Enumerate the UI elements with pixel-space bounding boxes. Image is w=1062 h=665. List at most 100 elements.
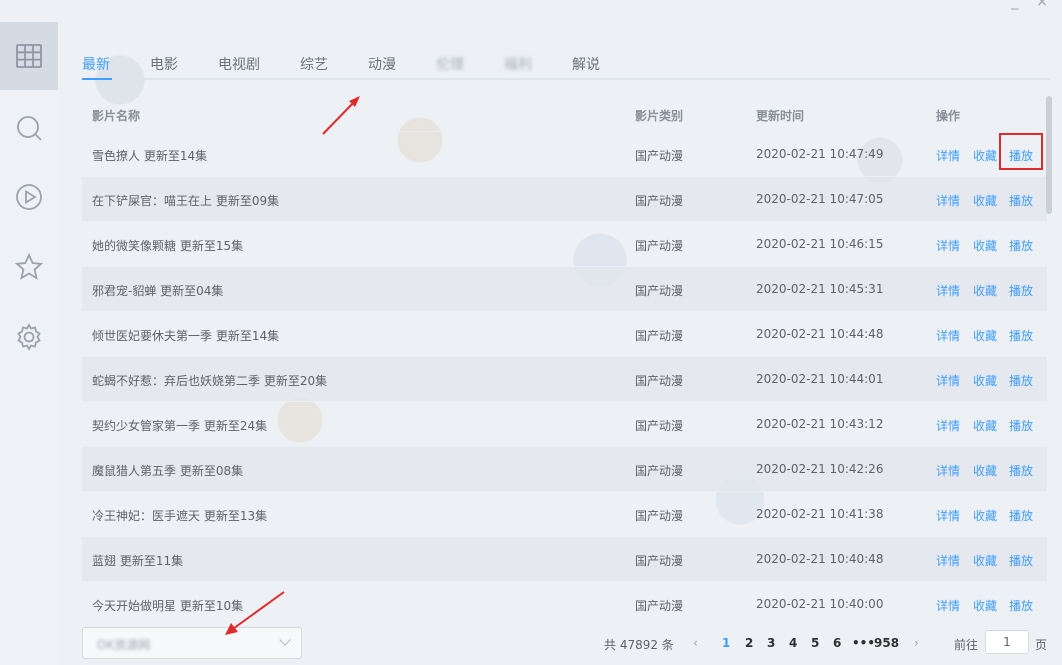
- table-body: 雪色撩人 更新至14集 国产动漫 2020-02-21 10:47:49 详情 收藏 播放…: [82, 132, 1047, 627]
- play-button[interactable]: 播放: [1009, 597, 1033, 614]
- table-row: 邪君宠-貂蝉 更新至04集 国产动漫 2020-02-21 10:45:31 详情 收藏…: [82, 267, 1047, 312]
- update-time: 2020-02-21 10:44:48: [756, 327, 884, 341]
- table-row: 蛇蝎不好惹：弃后也妖娆第二季 更新至20集 国产动漫 2020-02-21 10:4…: [82, 357, 1047, 402]
- video-category: 国产动漫: [635, 419, 684, 433]
- tab-tv-series[interactable]: 电视剧: [218, 54, 260, 74]
- tab-latest[interactable]: 最新: [82, 54, 110, 74]
- pagination-goto-unit: 页: [1035, 638, 1048, 652]
- play-button[interactable]: 播放: [1009, 417, 1033, 434]
- update-time: 2020-02-21 10:43:12: [756, 417, 884, 431]
- update-time: 2020-02-21 10:41:38: [756, 507, 884, 521]
- table-header: 影片名称 影片类别 更新时间 操作: [82, 96, 1047, 132]
- app-window: _ × 最新 电影 电视剧 综艺 动漫 伦理 福利 解说 影片名称 影片类别 更…: [0, 0, 1062, 665]
- pagination-page-5[interactable]: 5: [811, 636, 819, 650]
- sidebar-item-play[interactable]: [0, 163, 58, 231]
- sidebar: [0, 22, 58, 665]
- detail-button[interactable]: 详情: [936, 552, 960, 569]
- favorite-button[interactable]: 收藏: [973, 237, 997, 254]
- scrollbar-thumb[interactable]: [1046, 96, 1052, 214]
- video-title: 魔鼠猎人第五季 更新至08集: [92, 464, 244, 478]
- play-button[interactable]: 播放: [1009, 327, 1033, 344]
- minimize-icon[interactable]: _: [1011, 0, 1018, 10]
- play-button[interactable]: 播放: [1009, 282, 1033, 299]
- sidebar-item-settings[interactable]: [0, 303, 58, 371]
- video-category: 国产动漫: [635, 329, 684, 343]
- favorite-button[interactable]: 收藏: [973, 282, 997, 299]
- video-title: 倾世医妃要休夫第一季 更新至14集: [92, 329, 280, 343]
- pagination-prev[interactable]: ‹: [693, 636, 698, 650]
- table-row: 冷王神妃：医手遮天 更新至13集 国产动漫 2020-02-21 10:41:38 详…: [82, 492, 1047, 537]
- favorite-button[interactable]: 收藏: [973, 462, 997, 479]
- detail-button[interactable]: 详情: [936, 597, 960, 614]
- pagination-page-6[interactable]: 6: [833, 636, 841, 650]
- detail-button[interactable]: 详情: [936, 417, 960, 434]
- close-icon[interactable]: ×: [1036, 0, 1048, 10]
- pagination-page-3[interactable]: 3: [767, 636, 775, 650]
- play-button[interactable]: 播放: [1009, 552, 1033, 569]
- header-ops: 操作: [936, 109, 961, 123]
- table-row: 在下铲屎官：喵王在上 更新至09集 国产动漫 2020-02-21 10:47:05…: [82, 177, 1047, 222]
- favorite-button[interactable]: 收藏: [973, 597, 997, 614]
- video-category: 国产动漫: [635, 239, 684, 253]
- play-button[interactable]: 播放: [1009, 237, 1033, 254]
- detail-button[interactable]: 详情: [936, 192, 960, 209]
- sidebar-item-home[interactable]: [0, 22, 58, 90]
- annotation-arrow-tabs: [322, 96, 360, 135]
- video-category: 国产动漫: [635, 374, 684, 388]
- tab-variety[interactable]: 综艺: [300, 54, 328, 74]
- favorite-button[interactable]: 收藏: [973, 417, 997, 434]
- pagination-goto-input[interactable]: 1: [985, 630, 1029, 654]
- play-button[interactable]: 播放: [1009, 372, 1033, 389]
- play-button[interactable]: 播放: [1009, 507, 1033, 524]
- tab-welfare[interactable]: 福利: [504, 54, 532, 74]
- pagination-total: 共 47892 条: [604, 638, 674, 652]
- favorite-button[interactable]: 收藏: [973, 507, 997, 524]
- header-name: 影片名称: [92, 109, 141, 123]
- favorite-button[interactable]: 收藏: [973, 552, 997, 569]
- pagination-page-2[interactable]: 2: [745, 636, 753, 650]
- detail-button[interactable]: 详情: [936, 462, 960, 479]
- favorite-button[interactable]: 收藏: [973, 147, 997, 164]
- update-time: 2020-02-21 10:46:15: [756, 237, 884, 251]
- tab-commentary[interactable]: 解说: [572, 54, 600, 74]
- tab-movies[interactable]: 电影: [150, 54, 178, 74]
- favorite-button[interactable]: 收藏: [973, 192, 997, 209]
- favorite-button[interactable]: 收藏: [973, 372, 997, 389]
- update-time: 2020-02-21 10:45:31: [756, 282, 884, 296]
- sidebar-item-favorites[interactable]: [0, 233, 58, 301]
- pagination-ellipsis[interactable]: •••: [852, 636, 875, 650]
- update-time: 2020-02-21 10:40:00: [756, 597, 884, 611]
- detail-button[interactable]: 详情: [936, 327, 960, 344]
- detail-button[interactable]: 详情: [936, 237, 960, 254]
- pagination-page-4[interactable]: 4: [789, 636, 797, 650]
- pagination-goto-label: 前往: [954, 638, 979, 652]
- pagination-page-last[interactable]: 958: [874, 636, 899, 650]
- tab-ethics[interactable]: 伦理: [436, 54, 464, 74]
- favorite-button[interactable]: 收藏: [973, 327, 997, 344]
- video-table: 影片名称 影片类别 更新时间 操作 雪色撩人 更新至14集 国产动漫 2020-02…: [82, 96, 1047, 627]
- search-icon: [17, 116, 42, 141]
- video-title: 蛇蝎不好惹：弃后也妖娆第二季 更新至20集: [92, 374, 328, 388]
- header-type: 影片类别: [635, 109, 684, 123]
- gear-icon: [17, 323, 41, 351]
- detail-button[interactable]: 详情: [936, 147, 960, 164]
- sidebar-item-search[interactable]: [0, 94, 58, 162]
- annotation-arrow-source: [225, 591, 285, 635]
- detail-button[interactable]: 详情: [936, 282, 960, 299]
- update-time: 2020-02-21 10:44:01: [756, 372, 884, 386]
- detail-button[interactable]: 详情: [936, 372, 960, 389]
- table-scrollbar[interactable]: [1046, 96, 1052, 616]
- tab-anime[interactable]: 动漫: [368, 54, 396, 74]
- video-category: 国产动漫: [635, 149, 684, 163]
- play-button[interactable]: 播放: [1009, 192, 1033, 209]
- video-title: 邪君宠-貂蝉 更新至04集: [92, 284, 224, 298]
- video-category: 国产动漫: [635, 599, 684, 613]
- pagination-next[interactable]: ›: [914, 636, 919, 650]
- video-title: 冷王神妃：医手遮天 更新至13集: [92, 509, 268, 523]
- play-button[interactable]: 播放: [1009, 462, 1033, 479]
- detail-button[interactable]: 详情: [936, 507, 960, 524]
- video-category: 国产动漫: [635, 554, 684, 568]
- update-time: 2020-02-21 10:47:49: [756, 147, 884, 161]
- pagination-page-1[interactable]: 1: [722, 636, 730, 650]
- update-time: 2020-02-21 10:47:05: [756, 192, 884, 206]
